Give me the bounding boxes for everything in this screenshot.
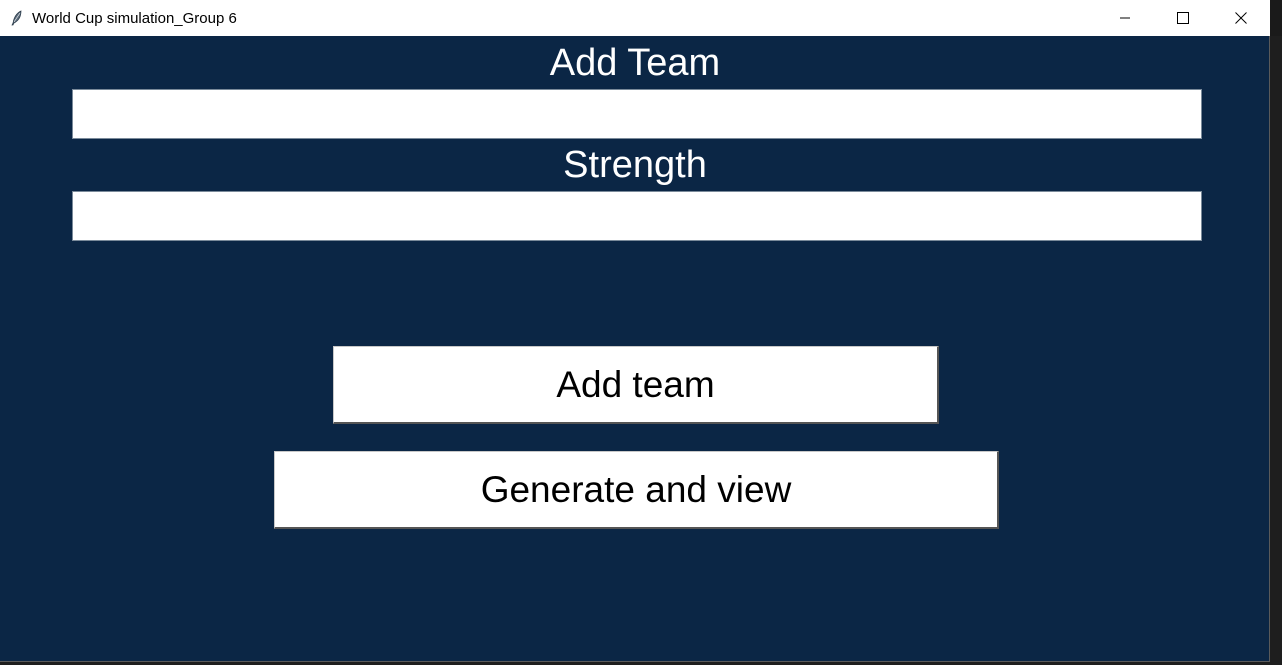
team-label: Add Team [549, 42, 721, 84]
maximize-button[interactable] [1154, 0, 1212, 36]
add-team-button[interactable]: Add team [333, 346, 939, 424]
generate-and-view-button[interactable]: Generate and view [274, 451, 999, 529]
window-controls [1096, 0, 1270, 36]
maximize-icon [1177, 12, 1189, 24]
app-window: World Cup simulation_Group 6 Add Team St… [0, 0, 1270, 662]
strength-label: Strength [563, 144, 707, 186]
title-bar[interactable]: World Cup simulation_Group 6 [0, 0, 1270, 36]
team-input[interactable] [72, 89, 1202, 139]
background-window-edge [1270, 36, 1282, 665]
window-title: World Cup simulation_Group 6 [32, 9, 237, 27]
minimize-button[interactable] [1096, 0, 1154, 36]
strength-input[interactable] [72, 191, 1202, 241]
close-icon [1235, 12, 1247, 24]
feather-icon [9, 10, 25, 26]
main-content: Add Team Strength Add team Generate and … [0, 36, 1270, 662]
minimize-icon [1120, 17, 1130, 19]
close-button[interactable] [1212, 0, 1270, 36]
